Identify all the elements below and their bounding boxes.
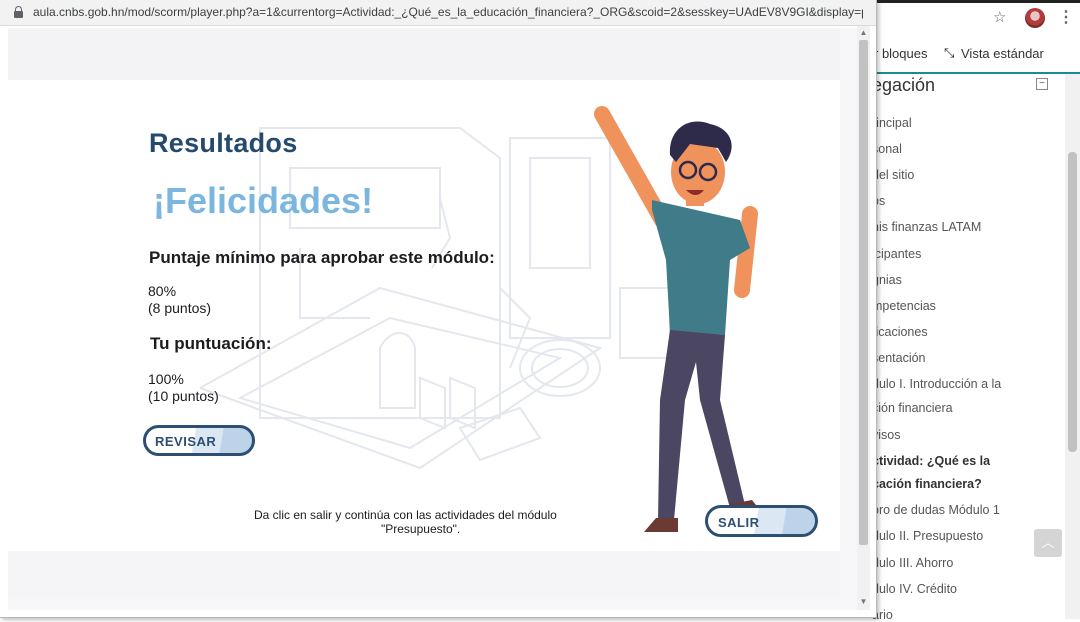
congrats-heading: ¡Felicidades! [153,180,374,221]
nav-item[interactable]: dulo IV. Crédito [872,582,957,596]
nav-item[interactable]: cación financiera? [872,477,982,491]
back-to-top-button[interactable]: ︿ [1034,529,1062,557]
nav-item[interactable]: ción financiera [872,401,953,415]
cheering-character-illustration [594,106,760,532]
your-score-percent: 100% [148,371,184,387]
results-title: Resultados [149,128,298,158]
review-button[interactable]: REVISAR [143,425,255,456]
profile-avatar[interactable] [1025,8,1045,28]
browser-menu-icon[interactable]: ⋮ [1058,9,1074,27]
standard-view-link[interactable]: Vista estándar [961,46,1044,61]
popup-address-bar: aula.cnbs.gob.hn/mod/scorm/player.php?a=… [0,0,876,26]
your-score-label: Tu puntuación: [150,334,272,353]
nav-item[interactable]: dulo II. Presupuesto [872,529,983,543]
nav-item[interactable]: icipantes [872,247,921,261]
nav-item[interactable]: sentación [872,351,926,365]
slide-bottom-band [8,551,840,599]
footer-instruction-line2: "Presupuesto". [381,522,461,536]
slide-top-band [8,28,840,80]
toggle-blocks-link[interactable]: r bloques [874,46,927,61]
popup-url[interactable]: aula.cnbs.gob.hn/mod/scorm/player.php?a=… [33,5,863,19]
navigation-block-title: egación [872,75,936,95]
popup-scrollbar-thumb[interactable] [859,40,868,545]
min-score-label: Puntaje mínimo para aprobar este módulo: [149,248,495,267]
collapse-arrows-icon[interactable]: ⤡ [944,46,958,60]
min-score-percent: 80% [148,283,177,299]
footer-instruction-line1: Da clic en salir y continúa con las acti… [254,508,557,522]
nav-item[interactable]: mpetencias [872,299,936,313]
exit-button[interactable]: SALIR [705,505,818,537]
nav-item[interactable]: nis finanzas LATAM [872,220,981,234]
your-score-points: (10 puntos) [148,388,219,404]
collapse-block-icon[interactable]: − [1036,78,1048,90]
page-scrollbar-thumb[interactable] [1068,152,1077,452]
nav-item[interactable]: dulo III. Ahorro [872,556,953,570]
nav-item[interactable]: ficaciones [872,325,928,339]
nav-item[interactable]: oro de dudas Módulo 1 [872,503,1000,517]
nav-item[interactable]: rincipal [872,116,912,130]
nav-item[interactable]: ctividad: ¿Qué es la [872,454,990,468]
lock-icon[interactable] [14,6,23,18]
min-score-points: (8 puntos) [148,300,212,316]
scroll-down-arrow-icon[interactable]: ▼ [858,597,869,607]
bookmark-star-icon[interactable]: ☆ [993,10,1009,26]
nav-item[interactable]: del sitio [872,168,914,182]
nav-item[interactable]: dulo I. Introducción a la [872,377,1001,391]
scroll-up-arrow-icon[interactable]: ▲ [858,28,869,38]
